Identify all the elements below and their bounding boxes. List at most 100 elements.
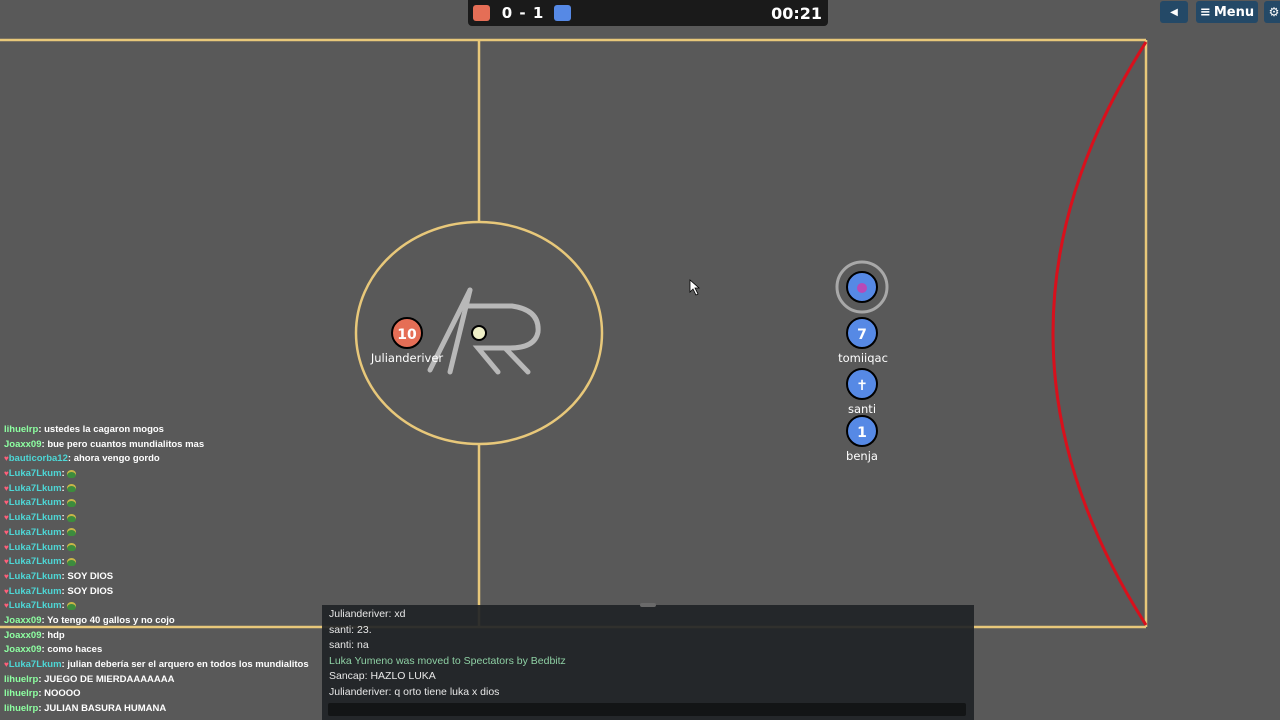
resize-handle[interactable] <box>640 603 656 607</box>
chat-author: Joaxx09 <box>4 438 42 450</box>
player-avatar: ✝ <box>856 378 868 394</box>
chat-author: Luka7Lkum <box>8 482 62 494</box>
chat-text: Yo tengo 40 gallos y no cojo <box>47 614 175 626</box>
chat-line: ♥Luka7Lkum: SOY DIOS <box>4 570 334 585</box>
blue-team-icon <box>554 5 571 21</box>
chat-message: santi: na <box>329 639 369 651</box>
sound-button[interactable]: ◀ <box>1160 1 1188 23</box>
emoji-icon <box>67 513 77 522</box>
chat-line: ♥Luka7Lkum: <box>4 555 334 570</box>
player-blue-controlled <box>835 260 889 314</box>
chat-author: Luka7Lkum <box>8 556 62 568</box>
chat-line: ♥Luka7Lkum: <box>4 541 334 556</box>
chat-author: lihuelrp <box>4 424 39 435</box>
ball <box>471 325 487 341</box>
chat-text: bue pero cuantos mundialitos mas <box>47 438 205 450</box>
chat-line: ♥Luka7Lkum: SOY DIOS <box>4 585 334 600</box>
match-timer: 00:21 <box>771 4 822 23</box>
chat-message: Julianderiver: q orto tiene luka x dios <box>329 685 500 698</box>
chat-text: SOY DIOS <box>67 585 114 597</box>
score-display: 0 - 1 <box>498 4 548 22</box>
chat-author: Luka7Lkum <box>8 497 62 509</box>
player-avatar: 1 <box>857 425 867 441</box>
hamburger-icon: ≡ <box>1199 4 1211 20</box>
chat-line: ♥Luka7Lkum: julian debería ser el arquer… <box>4 658 334 673</box>
menu-label: Menu <box>1213 4 1255 20</box>
chat-text: ustedes la cagaron mogos <box>44 424 164 435</box>
chat-author: Luka7Lkum <box>8 526 62 538</box>
chat-author: bauticorba12 <box>8 453 68 465</box>
chat-line: Joaxx09: bue pero cuantos mundialitos ma… <box>4 438 334 453</box>
chat-text: NOOOO <box>44 688 81 700</box>
chat-author: Joaxx09 <box>4 644 42 656</box>
chat-line: Joaxx09: hdp <box>4 629 334 644</box>
chat-author: Luka7Lkum <box>8 600 62 612</box>
score-separator: - <box>519 4 527 22</box>
chat-author: Luka7Lkum <box>8 585 62 597</box>
chat-text: julian debería ser el arquero en todos l… <box>67 659 309 670</box>
chat-text: JUEGO DE MIERDAAAAAAA <box>44 673 175 685</box>
blue-score: 1 <box>532 4 545 22</box>
score-bar: 0 - 1 00:21 <box>468 0 828 26</box>
chat-author: Luka7Lkum <box>8 659 62 670</box>
emoji-icon <box>67 528 77 537</box>
chat-overlay: lihuelrp: ustedes la cagaron mogos Joaxx0… <box>4 423 334 717</box>
player-blue-cross: ✝ <box>846 368 878 400</box>
speaker-icon: ◀ <box>1170 6 1178 18</box>
menu-button[interactable]: ≡ Menu <box>1196 1 1258 23</box>
emoji-icon <box>67 498 77 507</box>
chat-message: Sancap: HAZLO LUKA <box>329 670 436 682</box>
settings-button[interactable]: ⚙ <box>1264 1 1280 23</box>
emoji-icon <box>67 542 77 551</box>
player-name-label: benja <box>846 449 878 463</box>
flame-avatar-icon <box>857 283 867 293</box>
system-notice: Luka Yumeno was moved to Spectators by B… <box>329 654 566 667</box>
chat-author: Luka7Lkum <box>8 541 62 553</box>
chat-panel: Julianderiver: xd santi: 23. santi: na Luka… <box>322 603 974 720</box>
emoji-icon <box>67 601 77 610</box>
chat-text: JULIAN BASURA HUMANA <box>44 703 167 715</box>
chat-message: Julianderiver: xd <box>329 608 406 620</box>
chat-author: Joaxx09 <box>4 614 42 626</box>
chat-author: Luka7Lkum <box>8 512 62 524</box>
player-name-label: Julianderiver <box>370 351 444 365</box>
emoji-icon <box>67 484 77 493</box>
chat-line: lihuelrp: ustedes la cagaron mogos <box>4 423 334 438</box>
chat-line: lihuelrp: JUEGO DE MIERDAAAAAAA <box>4 673 334 688</box>
player-blue-7: 7 <box>846 317 878 349</box>
chat-line: ♥Luka7Lkum: <box>4 599 334 614</box>
chat-text: ahora vengo gordo <box>73 453 160 465</box>
player-avatar: 10 <box>397 327 417 343</box>
chat-text: hdp <box>47 629 65 641</box>
chat-line: ♥bauticorba12: ahora vengo gordo <box>4 452 334 467</box>
chat-author: lihuelrp <box>4 688 39 700</box>
red-score: 0 <box>501 4 514 22</box>
chat-author: Joaxx09 <box>4 629 42 641</box>
player-blue-1: 1 <box>846 415 878 447</box>
chat-line: Joaxx09: Yo tengo 40 gallos y no cojo <box>4 614 334 629</box>
chat-author: lihuelrp <box>4 673 39 685</box>
chat-author: Luka7Lkum <box>8 468 62 480</box>
goal-area-arc <box>1051 41 1148 626</box>
mouse-cursor-icon <box>689 279 701 296</box>
chat-line: ♥Luka7Lkum: <box>4 526 334 541</box>
emoji-icon <box>67 557 77 566</box>
chat-author: lihuelrp <box>4 703 39 715</box>
chat-message: santi: 23. <box>329 623 372 636</box>
gear-icon: ⚙ <box>1268 5 1280 19</box>
chat-line: ♥Luka7Lkum: <box>4 511 334 526</box>
chat-line: Joaxx09: como haces <box>4 643 334 658</box>
chat-author: Luka7Lkum <box>8 570 62 582</box>
player-red-10: 10 <box>391 317 423 349</box>
chat-line: ♥Luka7Lkum: <box>4 482 334 497</box>
player-avatar: 7 <box>857 327 867 343</box>
chat-input[interactable] <box>328 703 966 716</box>
chat-line: ♥Luka7Lkum: <box>4 496 334 511</box>
chat-messages: Julianderiver: xd santi: 23. santi: na Luka… <box>329 607 566 700</box>
chat-line: lihuelrp: NOOOO <box>4 687 334 702</box>
chat-line: ♥Luka7Lkum: <box>4 467 334 482</box>
chat-text: como haces <box>47 644 103 656</box>
chat-line: lihuelrp: JULIAN BASURA HUMANA <box>4 702 334 717</box>
player-name-label: tomiiqac <box>838 351 888 365</box>
red-team-icon <box>473 5 490 21</box>
